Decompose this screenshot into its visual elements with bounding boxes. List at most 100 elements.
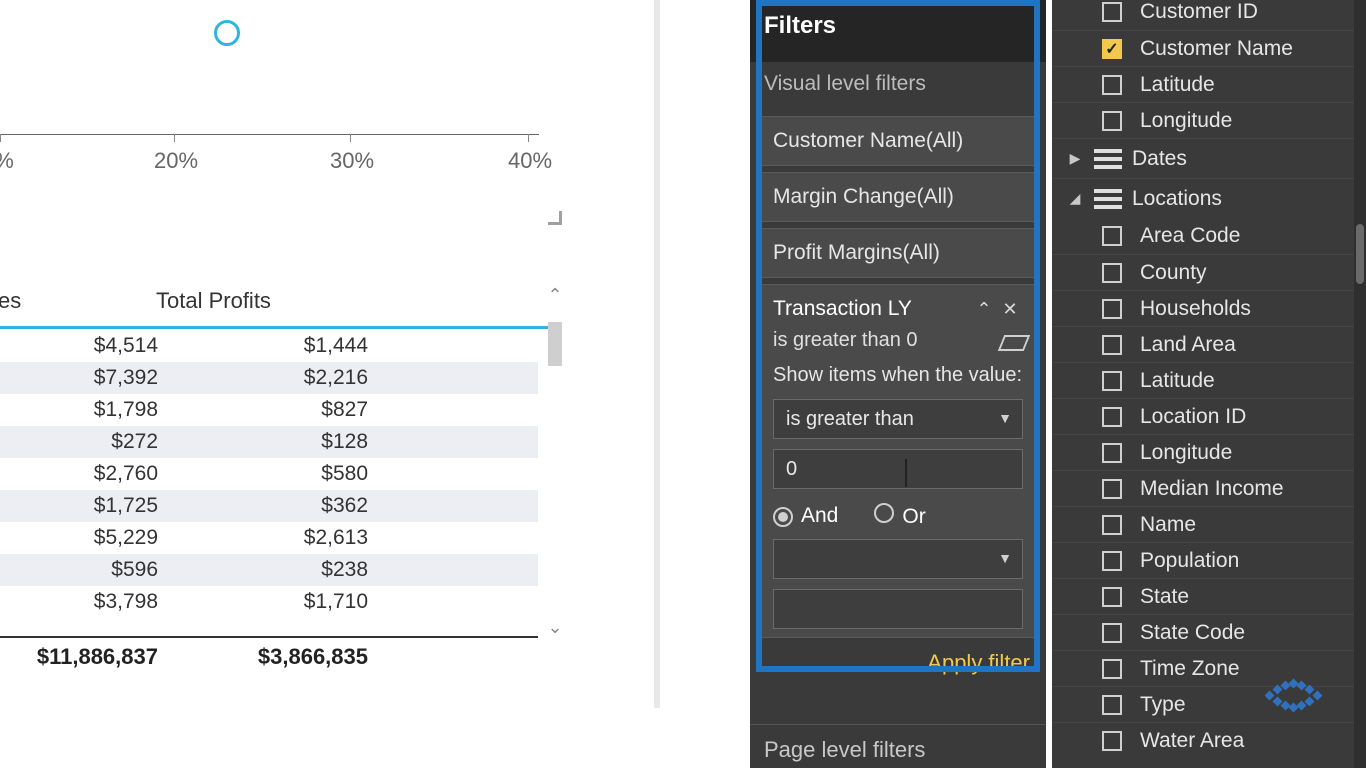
filter-card-transaction-ly[interactable]: Transaction LY ⌃ ✕ is greater than 0 Sho… [760,284,1036,638]
field-label: Latitude [1140,73,1215,97]
table-row[interactable]: $272$128 [0,426,538,458]
filter-value-2-input[interactable] [773,589,1023,629]
chart-data-point[interactable] [214,20,240,46]
field-checkbox[interactable] [1102,226,1122,246]
field-checkbox[interactable] [1102,371,1122,391]
field-item[interactable]: Area Code [1052,218,1366,254]
table-column-header[interactable]: es [0,288,21,314]
field-checkbox[interactable] [1102,659,1122,679]
field-checkbox[interactable] [1102,515,1122,535]
table-scrollbar[interactable]: ⌃ ⌄ [538,286,572,636]
table-cell: $1,710 [170,590,380,614]
field-item[interactable]: Households [1052,290,1366,326]
field-item[interactable]: Location ID [1052,398,1366,434]
field-checkbox[interactable]: ✓ [1102,39,1122,59]
field-checkbox[interactable] [1102,551,1122,571]
field-item[interactable]: Name [1052,506,1366,542]
table-row[interactable]: $3,798$1,710 [0,586,538,618]
field-checkbox[interactable] [1102,695,1122,715]
field-item[interactable]: Longitude [1052,434,1366,470]
filters-panel: Filters Visual level filters Customer Na… [750,0,1046,768]
scatter-chart[interactable]: % 20% 30% 40% [0,0,565,228]
table-cell: $4,514 [0,334,170,358]
field-item[interactable]: Population [1052,542,1366,578]
table-total-cell: $3,866,835 [170,644,380,670]
close-icon[interactable]: ✕ [997,299,1023,320]
scroll-thumb[interactable] [1356,224,1364,284]
filter-field-name: Transaction LY [773,297,971,321]
field-label: Name [1140,513,1196,537]
field-checkbox[interactable] [1102,731,1122,751]
filter-logic-or[interactable]: Or [874,503,925,529]
field-checkbox[interactable] [1102,75,1122,95]
field-item[interactable]: Latitude [1052,362,1366,398]
table-row[interactable]: $596$238 [0,554,538,586]
field-checkbox[interactable] [1102,479,1122,499]
field-checkbox[interactable] [1102,587,1122,607]
table-total-row: $11,886,837 $3,866,835 [0,636,538,676]
table-cell: $128 [170,430,380,454]
field-table-label: Dates [1132,147,1187,171]
field-label: Latitude [1140,369,1215,393]
data-table[interactable]: es Total Profits $4,514$1,444$7,392$2,21… [0,276,572,676]
field-label: Water Area [1140,729,1244,753]
field-checkbox[interactable] [1102,335,1122,355]
field-checkbox[interactable] [1102,2,1122,22]
table-cell: $238 [170,558,380,582]
table-cell: $596 [0,558,170,582]
page-level-filters-label: Page level filters [750,724,1046,768]
field-checkbox[interactable] [1102,299,1122,319]
filter-operator-2-select[interactable]: ▼ [773,539,1023,579]
scroll-thumb[interactable] [548,322,562,366]
collapse-icon[interactable]: ⌃ [971,299,997,320]
field-checkbox[interactable] [1102,443,1122,463]
field-label: Longitude [1140,109,1232,133]
table-row[interactable]: $1,725$362 [0,490,538,522]
field-item[interactable]: Longitude [1052,102,1366,138]
table-cell: $5,229 [0,526,170,550]
field-item[interactable]: Median Income [1052,470,1366,506]
field-item[interactable]: County [1052,254,1366,290]
table-row[interactable]: $7,392$2,216 [0,362,538,394]
field-table-locations[interactable]: ◢Locations [1052,178,1366,218]
field-item[interactable]: Latitude [1052,66,1366,102]
field-item[interactable]: State Code [1052,614,1366,650]
table-cell: $2,216 [170,366,380,390]
field-checkbox[interactable] [1102,407,1122,427]
scroll-up-icon[interactable]: ⌃ [546,286,564,304]
scroll-down-icon[interactable]: ⌄ [546,618,564,636]
field-label: Longitude [1140,441,1232,465]
table-column-header[interactable]: Total Profits [156,288,271,314]
field-checkbox[interactable] [1102,263,1122,283]
chevron-right-icon[interactable]: ▶ [1066,150,1084,167]
table-row[interactable]: $4,514$1,444 [0,330,538,362]
table-row[interactable]: $2,760$580 [0,458,538,490]
field-item[interactable]: Land Area [1052,326,1366,362]
field-item[interactable]: State [1052,578,1366,614]
filter-card-margin-change[interactable]: Margin Change(All) [760,172,1036,222]
field-label: Area Code [1140,224,1240,248]
fields-scrollbar[interactable] [1354,0,1366,768]
field-checkbox[interactable] [1102,111,1122,131]
table-icon [1094,149,1122,169]
table-row[interactable]: $1,798$827 [0,394,538,426]
table-cell: $580 [170,462,380,486]
table-row[interactable]: $5,229$2,613 [0,522,538,554]
filter-card-profit-margins[interactable]: Profit Margins(All) [760,228,1036,278]
clear-filter-icon[interactable] [1001,332,1023,350]
field-item[interactable]: ✓Customer Name [1052,30,1366,66]
filter-logic-and[interactable]: And [773,504,838,528]
filter-value-input[interactable]: 0 [773,449,1023,489]
field-label: Type [1140,693,1186,717]
apply-filter-button[interactable]: Apply filter [762,644,1034,682]
resize-handle-icon[interactable] [545,208,565,228]
field-checkbox[interactable] [1102,623,1122,643]
filter-card-customer-name[interactable]: Customer Name(All) [760,116,1036,166]
field-item[interactable]: Customer ID [1052,0,1366,30]
chart-x-axis [0,134,539,135]
filter-operator-select[interactable]: is greater than ▼ [773,399,1023,439]
filters-title: Filters [750,0,1046,62]
chevron-down-icon[interactable]: ◢ [1066,190,1084,207]
table-cell: $272 [0,430,170,454]
field-table-dates[interactable]: ▶ Dates [1052,138,1366,178]
